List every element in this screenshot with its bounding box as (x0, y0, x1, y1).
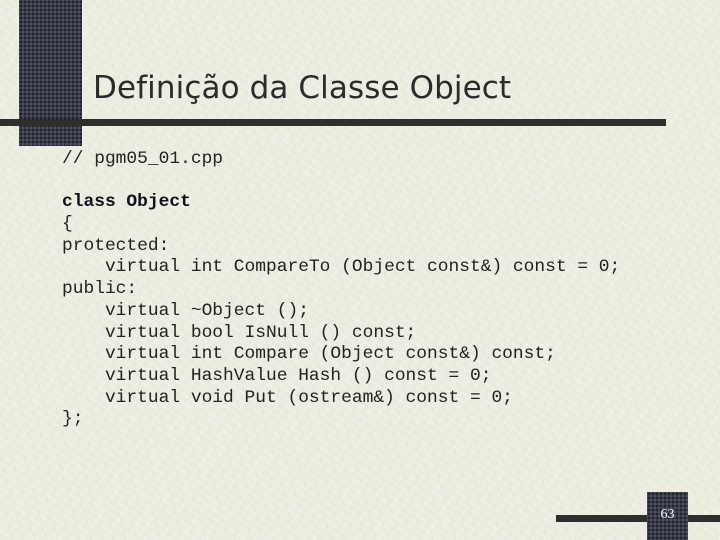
code-line: virtual ~Object (); (62, 300, 309, 321)
code-line: public: (62, 279, 138, 300)
code-line: { (62, 214, 73, 235)
code-line: virtual bool IsNull () const; (62, 322, 417, 343)
code-line: virtual HashValue Hash () const = 0; (62, 365, 492, 386)
slide-title: Definição da Classe Object (93, 70, 512, 106)
code-line: // pgm05_01.cpp (62, 149, 224, 169)
code-line: }; (62, 409, 84, 430)
page-number: 63 (660, 507, 675, 522)
code-line: protected: (62, 235, 170, 256)
code-line: class Object (62, 192, 191, 213)
code-line: virtual int Compare (Object const&) cons… (62, 344, 556, 365)
title-underline-rule (0, 119, 666, 126)
code-listing: // pgm05_01.cppclass Object{protected: v… (62, 149, 620, 431)
footer-rule (556, 515, 720, 522)
code-line: virtual int CompareTo (Object const&) co… (62, 257, 621, 278)
code-line: virtual void Put (ostream&) const = 0; (62, 387, 513, 408)
